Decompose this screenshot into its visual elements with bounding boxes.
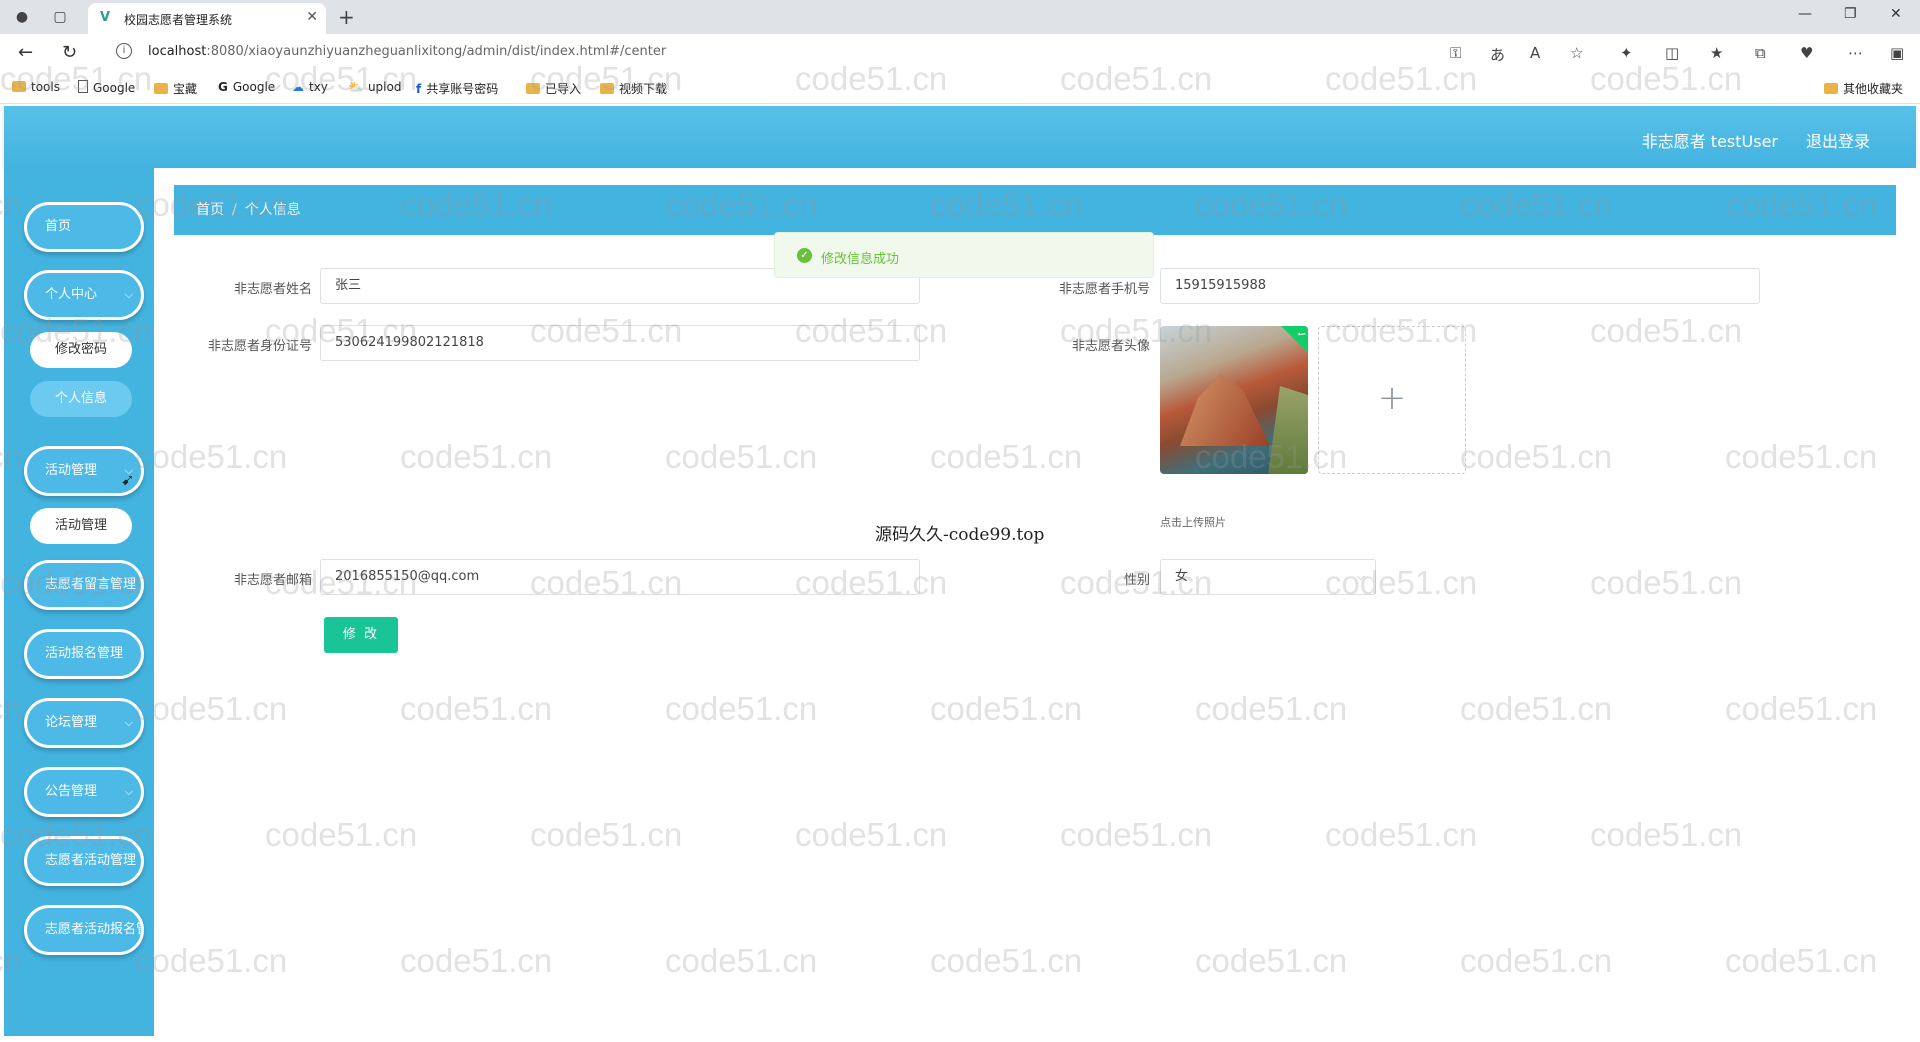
sidebar-item-forum[interactable]: 论坛管理 ⌵ xyxy=(24,698,144,748)
restore-icon[interactable]: ❐ xyxy=(1844,6,1857,22)
submenu-change-password[interactable]: 修改密码 xyxy=(30,332,132,368)
submenu-personal-info[interactable]: 个人信息 xyxy=(30,381,132,417)
translate-icon[interactable]: あ xyxy=(1490,44,1505,65)
page-icon xyxy=(78,80,88,93)
address-bar: ← ↻ i localhost:8080/xiaoyaunzhiyuanzheg… xyxy=(0,34,1920,70)
id-number-input[interactable]: 530624199802121818 xyxy=(320,325,920,361)
bookmark-item[interactable]: 宝藏 xyxy=(154,80,197,97)
folder-icon xyxy=(12,81,26,92)
info-icon[interactable]: i xyxy=(116,43,132,59)
bookmark-item[interactable]: ⛅ uplod xyxy=(348,80,401,94)
gender-label: 性别 xyxy=(1123,573,1150,588)
breadcrumb-home[interactable]: 首页 xyxy=(196,202,224,218)
logout-link[interactable]: 退出登录 xyxy=(1806,128,1870,152)
sidebar-item-volunteer-activity-signup[interactable]: 志愿者活动报名管理 xyxy=(24,905,144,955)
profile-icon[interactable]: ● xyxy=(12,7,32,27)
extensions-icon[interactable]: ✦ xyxy=(1620,44,1633,62)
bookmarks-bar: tools Google 宝藏 G Google ☁ txy ⛅ uplod f 共享账… xyxy=(0,70,1920,104)
submit-button[interactable]: 修 改 xyxy=(324,617,398,653)
success-check-icon: ✓ xyxy=(797,248,812,263)
bookmark-item[interactable]: G Google xyxy=(218,80,275,94)
email-input[interactable]: 2016855150@qq.com xyxy=(320,559,920,595)
breadcrumb-separator: / xyxy=(232,202,237,218)
toast-message: 修改信息成功 xyxy=(821,252,900,267)
bookmark-item[interactable]: 视频下载 xyxy=(600,80,667,97)
phone-input[interactable]: 15915915988 xyxy=(1160,268,1760,304)
bookmark-item[interactable]: 已导入 xyxy=(526,80,581,97)
bookmark-item[interactable]: f 共享账号密码 xyxy=(416,80,498,97)
mouse-cursor-icon: ➹ xyxy=(121,470,135,489)
main-content: 首页 / 个人信息 非志愿者姓名 张三 非志愿者手机号 15915915988 非志… xyxy=(154,168,1916,1036)
id-number-label: 非志愿者身份证号 xyxy=(207,339,312,354)
chevron-down-icon: ⌵ xyxy=(124,716,133,729)
sidebar-item-personal-center[interactable]: 个人中心 ⌵ xyxy=(24,270,144,320)
user-label: 非志愿者 testUser xyxy=(1641,132,1778,151)
tab-title: 校园志愿者管理系统 xyxy=(124,13,233,27)
favorite-star-icon[interactable]: ☆ xyxy=(1570,44,1583,62)
bookmark-item[interactable]: ☁ txy xyxy=(292,80,328,94)
name-label: 非志愿者姓名 xyxy=(233,282,312,297)
sidebar-item-notice[interactable]: 公告管理 ⌵ xyxy=(24,767,144,817)
vue-favicon-icon: V xyxy=(100,10,111,25)
success-toast: ✓ 修改信息成功 xyxy=(774,232,1154,278)
sidebar-item-home[interactable]: 首页 xyxy=(24,202,144,252)
chevron-down-icon: ⌵ xyxy=(124,288,133,301)
avatar-thumbnail[interactable]: ✓ xyxy=(1160,326,1308,474)
app-root: 非志愿者 testUser 退出登录 首页 个人中心 ⌵ 修改密码 个人信息 活动… xyxy=(4,106,1916,1036)
back-icon[interactable]: ← xyxy=(18,42,33,63)
share-icon: f xyxy=(416,82,422,96)
gender-select[interactable]: 女 ⌵ xyxy=(1160,559,1376,595)
minimize-icon[interactable]: — xyxy=(1798,6,1812,22)
folder-icon xyxy=(154,83,168,94)
browser-essentials-icon[interactable]: ♥ xyxy=(1800,44,1813,62)
chevron-down-icon: ⌵ xyxy=(124,785,133,798)
read-aloud-icon[interactable]: A xyxy=(1530,44,1540,62)
folder-icon xyxy=(526,83,540,94)
tab-actions-icon[interactable]: ▢ xyxy=(50,7,70,27)
sidebar-item-volunteer-activity[interactable]: 志愿者活动管理 xyxy=(24,836,144,886)
url-field[interactable]: i localhost:8080/xiaoyaunzhiyuanzheguanl… xyxy=(104,38,1604,66)
key-icon[interactable]: ⚿ xyxy=(1450,44,1461,62)
url-text: localhost:8080/xiaoyaunzhiyuanzheguanlix… xyxy=(148,44,667,59)
email-label: 非志愿者邮箱 xyxy=(233,573,312,588)
close-icon[interactable]: ✕ xyxy=(306,9,318,25)
folder-icon xyxy=(1824,83,1838,94)
cloud-icon: ☁ xyxy=(292,80,304,94)
upload-tip: 点击上传照片 xyxy=(1160,516,1226,529)
upload-site-icon: ⛅ xyxy=(348,80,363,94)
more-icon[interactable]: ⋯ xyxy=(1848,44,1863,62)
overlay-watermark: 源码久久-code99.top xyxy=(875,525,1045,545)
sidebar-toggle-icon[interactable]: ▣ xyxy=(1890,44,1904,62)
check-icon: ✓ xyxy=(1281,326,1308,355)
split-screen-icon[interactable]: ◫ xyxy=(1665,44,1679,62)
app-header: 非志愿者 testUser 退出登录 xyxy=(4,106,1916,168)
bookmark-item[interactable]: Google xyxy=(78,80,135,95)
breadcrumb-current: 个人信息 xyxy=(244,202,301,218)
sidebar-item-volunteer-messages[interactable]: 志愿者留言管理 xyxy=(24,560,144,610)
reload-icon[interactable]: ↻ xyxy=(62,42,77,63)
submenu-activity-mgmt[interactable]: 活动管理 xyxy=(30,508,132,544)
plus-icon: + xyxy=(1377,378,1407,418)
window-close-icon[interactable]: ✕ xyxy=(1890,6,1902,22)
collections-icon[interactable]: ⧉ xyxy=(1755,44,1766,62)
google-icon: G xyxy=(218,80,228,94)
folder-icon xyxy=(600,83,614,94)
phone-label: 非志愿者手机号 xyxy=(1058,282,1150,297)
new-tab-icon[interactable]: + xyxy=(338,5,355,29)
sidebar-item-activity-signup[interactable]: 活动报名管理 xyxy=(24,629,144,679)
other-bookmarks[interactable]: 其他收藏夹 xyxy=(1824,80,1903,97)
sidebar: 首页 个人中心 ⌵ 修改密码 个人信息 活动管理 ⌵ 活动管理 志愿者留言管理 活动… xyxy=(4,168,154,1036)
chevron-down-icon: ⌵ xyxy=(1356,570,1365,583)
upload-plus-button[interactable]: + xyxy=(1318,326,1466,474)
breadcrumb: 首页 / 个人信息 xyxy=(174,185,1896,235)
browser-tab[interactable]: V 校园志愿者管理系统 ✕ xyxy=(88,3,326,34)
bookmark-item[interactable]: tools xyxy=(12,80,60,94)
avatar-label: 非志愿者头像 xyxy=(1071,339,1150,354)
favorites-icon[interactable]: ★ xyxy=(1710,44,1723,62)
browser-tab-bar: ● ▢ V 校园志愿者管理系统 ✕ + — ❐ ✕ xyxy=(0,0,1920,34)
